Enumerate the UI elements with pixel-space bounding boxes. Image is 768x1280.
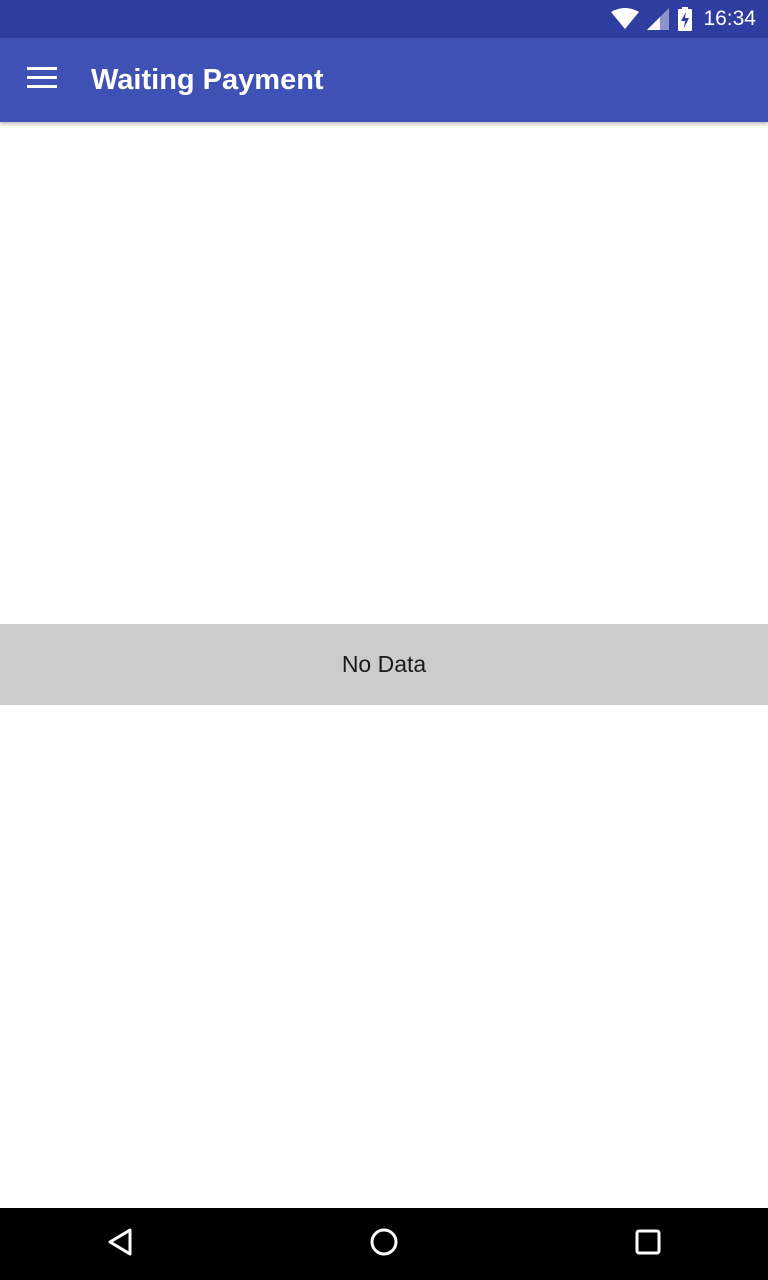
home-button[interactable] xyxy=(336,1208,432,1280)
empty-state-banner: No Data xyxy=(0,624,768,705)
app-bar: Waiting Payment xyxy=(0,38,768,122)
status-time: 16:34 xyxy=(703,7,756,30)
status-icons: 16:34 xyxy=(611,0,756,38)
menu-button[interactable] xyxy=(14,52,70,108)
recents-icon xyxy=(634,1228,662,1261)
battery-charging-icon xyxy=(677,7,693,31)
back-icon xyxy=(106,1227,134,1262)
system-nav-bar xyxy=(0,1208,768,1280)
wifi-icon xyxy=(611,8,640,30)
page-title: Waiting Payment xyxy=(91,64,324,96)
home-icon xyxy=(369,1227,399,1262)
status-bar: 16:34 xyxy=(0,0,768,38)
empty-state-text: No Data xyxy=(341,651,427,677)
recents-button[interactable] xyxy=(600,1208,696,1280)
content-area: No Data xyxy=(0,122,768,1208)
cell-signal-icon xyxy=(647,8,670,30)
screen: 16:34 Waiting Payment No Data xyxy=(0,0,768,1280)
back-button[interactable] xyxy=(72,1208,168,1280)
hamburger-menu-icon xyxy=(27,66,57,94)
